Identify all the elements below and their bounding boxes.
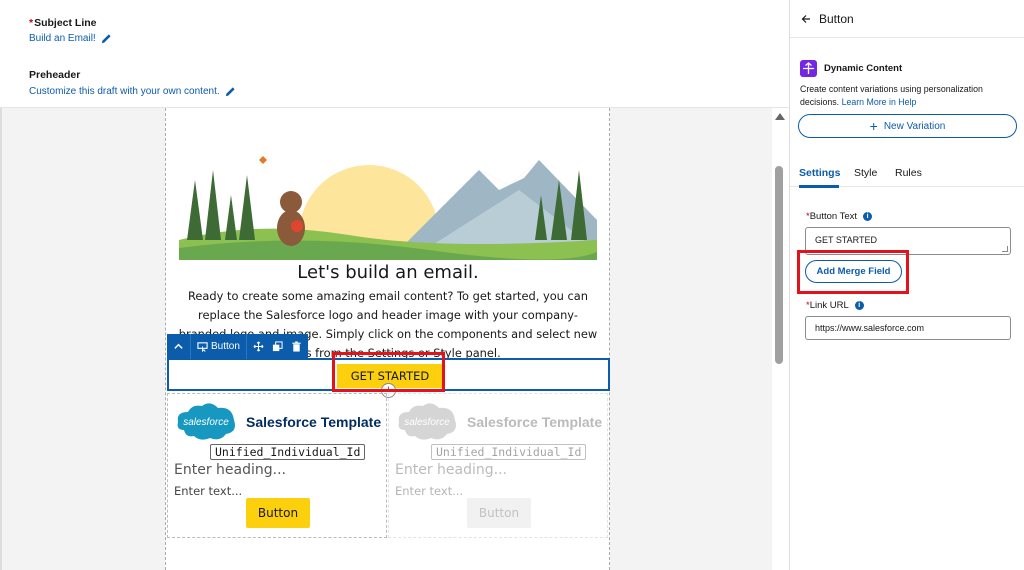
info-icon[interactable]: i (863, 212, 873, 221)
chevron-up-icon (174, 343, 183, 349)
component-type-label: Button (211, 341, 240, 352)
active-tab-indicator (799, 185, 839, 188)
template-column-right[interactable]: salesforce Salesforce Template Unified_I… (388, 393, 608, 538)
salesforce-logo-icon: salesforce (177, 403, 235, 440)
collapse-toolbar-button[interactable] (167, 334, 191, 359)
template-title: Salesforce Template (246, 414, 382, 430)
scroll-thumb[interactable] (775, 166, 783, 364)
pencil-icon[interactable] (225, 86, 236, 97)
move-icon[interactable] (253, 341, 264, 352)
canvas-scrollbar[interactable] (772, 108, 788, 570)
dynamic-content-icon (800, 60, 817, 77)
panel-tabs: Settings Style Rules (790, 163, 1024, 188)
text-placeholder[interactable]: Enter text... (395, 484, 463, 498)
email-meta-header: *Subject Line Build an Email! Preheader … (0, 0, 789, 108)
template-row: salesforce Salesforce Template Unified_I… (167, 393, 610, 538)
dynamic-content-description: Create content variations using personal… (800, 84, 983, 107)
editor-area: *Subject Line Build an Email! Preheader … (0, 0, 789, 570)
highlight-box-merge-field (797, 250, 909, 294)
template-button[interactable]: Button (467, 498, 531, 528)
back-button-label: Button (819, 12, 854, 26)
dynamic-content-title: Dynamic Content (824, 63, 903, 74)
template-title: Salesforce Template (467, 414, 603, 430)
button-text-label: *Button Text i (806, 211, 873, 222)
panel-header: Button (790, 0, 1024, 38)
block-actions (247, 334, 308, 359)
hero-image[interactable] (179, 140, 597, 260)
template-column-left[interactable]: salesforce Salesforce Template Unified_I… (167, 393, 387, 538)
svg-text:salesforce: salesforce (183, 417, 229, 428)
heading-placeholder[interactable]: Enter heading... (174, 462, 286, 478)
canvas-edge (0, 108, 2, 570)
preheader-label: Preheader (29, 69, 81, 81)
merge-field-tag[interactable]: Unified_Individual_Id (431, 444, 587, 460)
button-component-icon (197, 342, 208, 352)
subject-line-label: *Subject Line (29, 17, 97, 29)
resize-handle-icon[interactable] (1002, 246, 1008, 252)
tab-rules[interactable]: Rules (895, 167, 922, 179)
learn-more-link[interactable]: Learn More in Help (842, 97, 917, 107)
info-icon[interactable]: i (854, 301, 864, 310)
highlight-box-cta (332, 352, 445, 392)
email-canvas: Let's build an email. Ready to create so… (0, 108, 772, 570)
preheader-value[interactable]: Customize this draft with your own conte… (29, 86, 236, 97)
arrow-left-icon (801, 15, 810, 23)
link-url-field[interactable]: https://www.salesforce.com (805, 316, 1011, 340)
plus-icon: + (869, 118, 878, 134)
heading-placeholder[interactable]: Enter heading... (395, 462, 507, 478)
tab-style[interactable]: Style (854, 167, 877, 179)
tab-settings[interactable]: Settings (799, 167, 840, 179)
trash-icon[interactable] (291, 341, 302, 352)
scroll-up-arrow-icon[interactable] (775, 113, 785, 120)
component-toolbar: Button (167, 334, 308, 359)
svg-text:salesforce: salesforce (404, 417, 450, 428)
new-variation-label: New Variation (883, 120, 946, 132)
subject-line-value[interactable]: Build an Email! (29, 33, 112, 44)
copy-icon[interactable] (272, 341, 283, 352)
back-button[interactable]: Button (801, 12, 854, 26)
new-variation-button[interactable]: + New Variation (798, 114, 1017, 138)
template-button[interactable]: Button (246, 498, 310, 528)
email-headline[interactable]: Let's build an email. (167, 262, 609, 283)
pencil-icon[interactable] (101, 33, 112, 44)
link-url-label: *Link URL i (806, 300, 864, 311)
component-type-button[interactable]: Button (191, 334, 247, 359)
salesforce-logo-icon: salesforce (398, 403, 456, 440)
merge-field-tag[interactable]: Unified_Individual_Id (210, 444, 366, 460)
text-placeholder[interactable]: Enter text... (174, 484, 242, 498)
